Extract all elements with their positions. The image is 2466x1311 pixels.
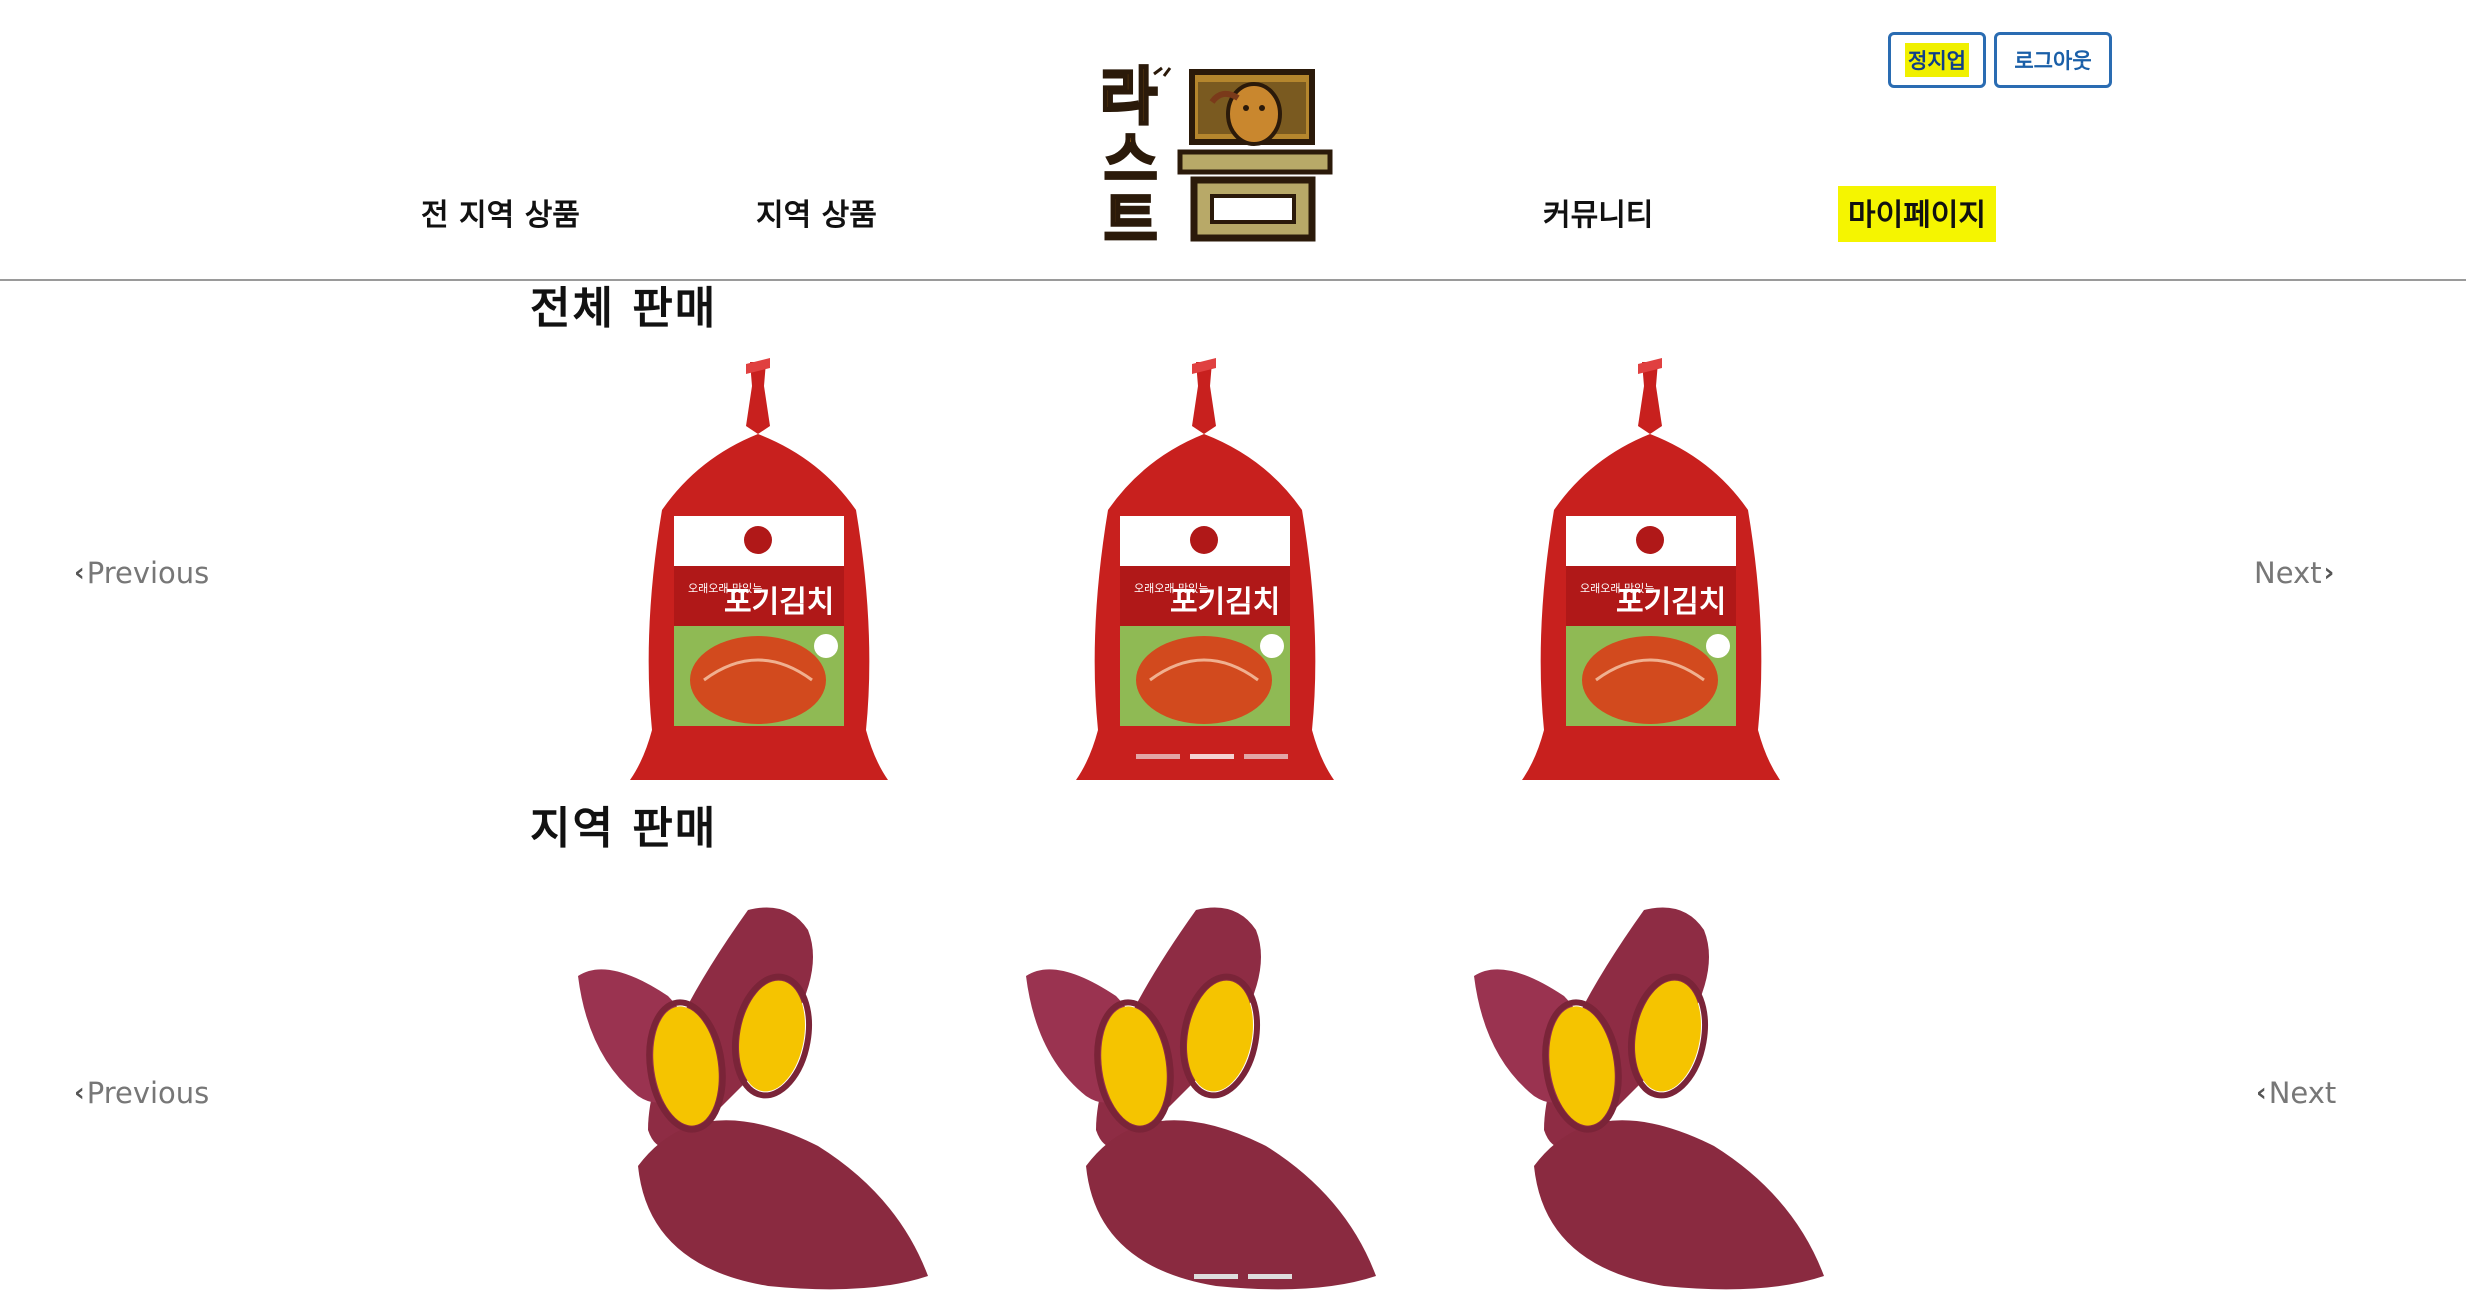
carousel-indicators-region [1194,1274,1292,1279]
next-label: Next [2268,1076,2337,1110]
carousel-indicator-active[interactable] [1190,754,1234,759]
carousel-indicator[interactable] [1248,1274,1292,1279]
product-card[interactable] [1016,896,1396,1300]
carousel-indicator[interactable] [1136,754,1180,759]
site-logo[interactable]: 라 스 트 [1094,56,1334,246]
carousel-next-button-region[interactable]: ‹ Next [2254,1076,2336,1110]
kimchi-product-image: 오래오래 맛있는 포기김치 [1522,358,1780,780]
prev-label: Previous [86,1076,210,1110]
chevron-left-icon: ‹ [74,1078,85,1108]
next-label: Next [2254,556,2322,590]
nav-region-products[interactable]: 지역 상품 [756,190,877,234]
carousel-indicators [1136,754,1288,759]
carousel-prev-button-region[interactable]: ‹ Previous [72,1076,209,1110]
nav-all-region-products[interactable]: 전 지역 상품 [421,190,580,234]
chevron-left-icon: ‹ [74,558,85,588]
site-header: 정지업 로그아웃 전 지역 상품 지역 상품 라 스 트 커뮤니티 마이페이지 [0,0,2466,281]
kimchi-product-image: 오래오래 맛있는 포기김치 [630,358,888,780]
carousel-next-button[interactable]: Next › [2254,556,2336,590]
product-card[interactable]: 오래오래 맛있는 포기김치 [1054,356,1354,790]
carousel-indicator[interactable] [1194,1274,1238,1279]
product-label-big: 포기김치 [724,585,834,620]
product-card[interactable]: 오래오래 맛있는 포기김치 [1500,356,1800,790]
product-card[interactable]: 오래오래 맛있는 포기김치 [608,356,908,790]
kimchi-product-image: 오래오래 맛있는 포기김치 [1076,358,1334,780]
nav-community[interactable]: 커뮤니티 [1543,190,1653,234]
user-name-button[interactable]: 정지업 [1888,32,1986,88]
nav-mypage[interactable]: 마이페이지 [1838,186,1996,242]
section-title-region-sales: 지역 판매 [530,803,718,854]
product-card[interactable] [1464,896,1844,1300]
svg-text:라: 라 [1100,60,1157,133]
svg-text:스: 스 [1104,126,1157,194]
chevron-right-icon: › [2323,558,2335,588]
carousel-prev-button[interactable]: ‹ Previous [72,556,209,590]
user-name-label: 정지업 [1905,43,1969,77]
chevron-left-icon: ‹ [2256,1078,2267,1108]
product-label-big: 포기김치 [1616,585,1726,620]
logout-button[interactable]: 로그아웃 [1994,32,2112,88]
sweet-potato-product-image [1474,907,1824,1290]
product-label-big: 포기김치 [1170,585,1280,620]
carousel-indicator[interactable] [1244,754,1288,759]
sweet-potato-product-image [578,907,928,1290]
svg-text:트: 트 [1104,186,1157,246]
section-title-all-sales: 전체 판매 [530,283,718,334]
product-card[interactable] [568,896,948,1300]
sweet-potato-product-image [1026,907,1376,1290]
prev-label: Previous [86,556,210,590]
